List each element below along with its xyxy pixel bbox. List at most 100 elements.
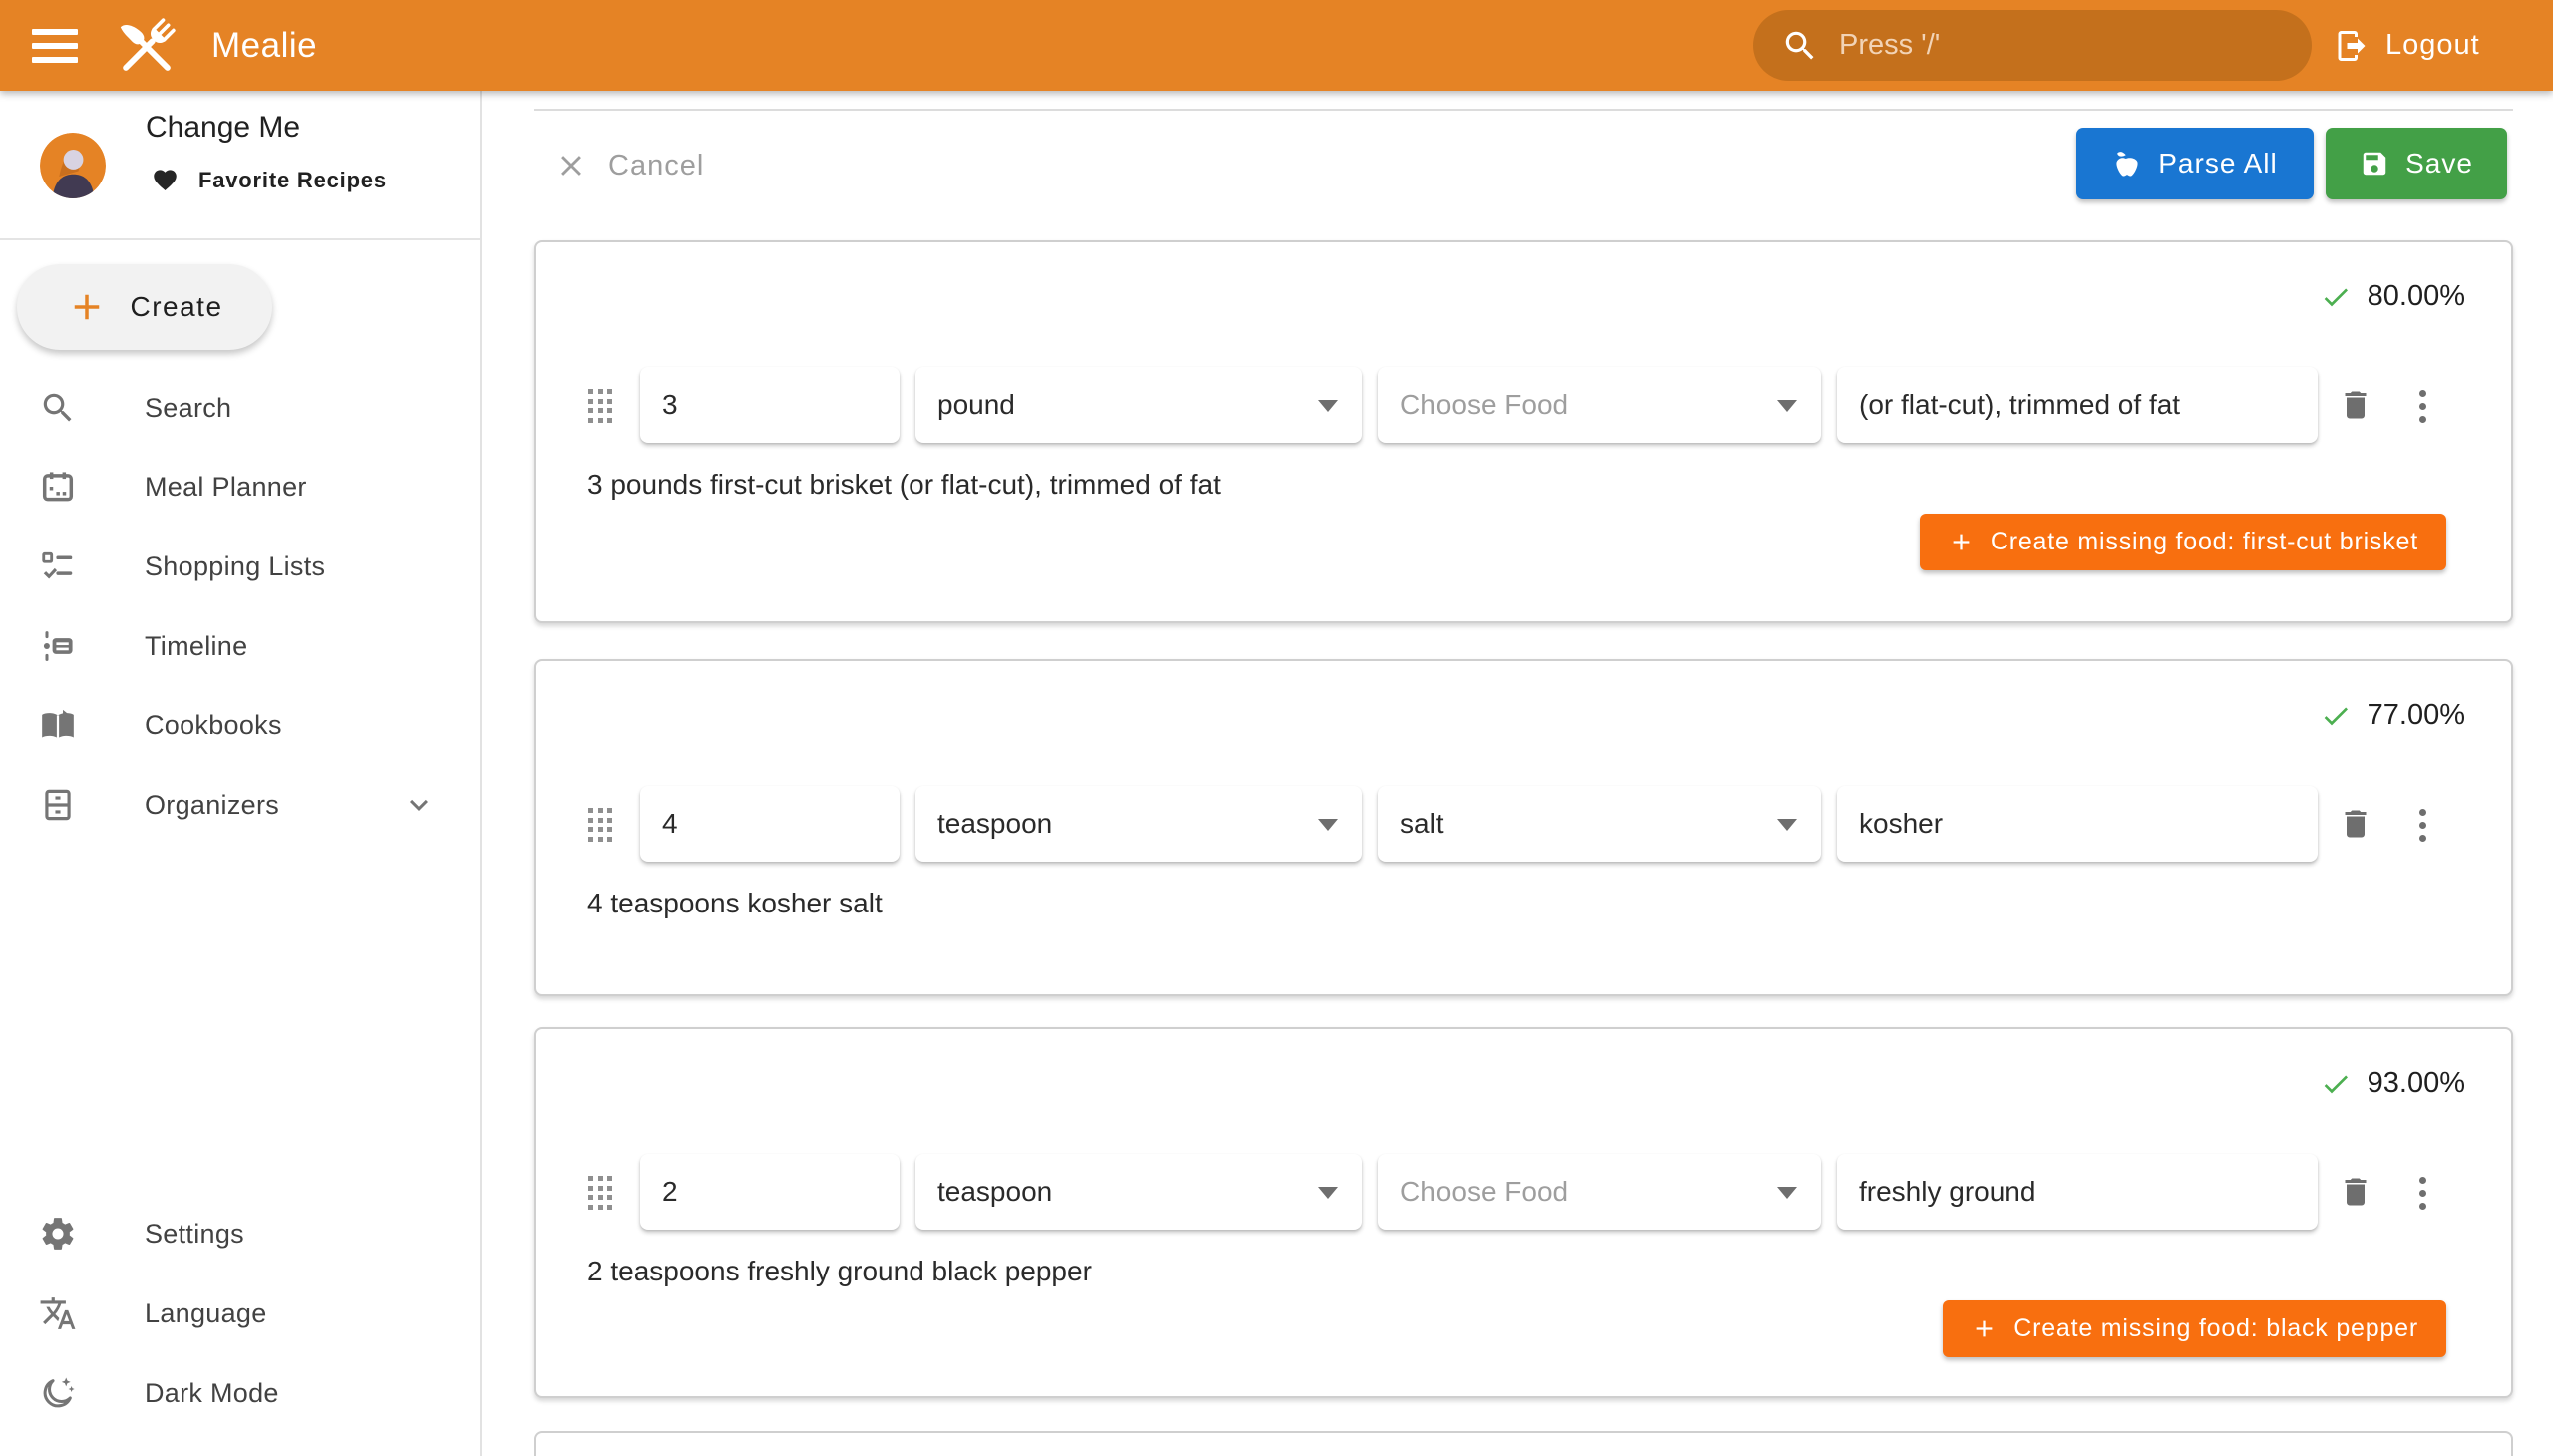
ingredient-card: 93.00% teaspoon Choose Food 2 teaspoons …: [534, 1027, 2513, 1398]
gear-icon: [38, 1214, 78, 1254]
plus-icon: [1948, 529, 1975, 555]
quantity-input[interactable]: [640, 1154, 900, 1230]
confidence-value: 80.00%: [2368, 280, 2465, 313]
drag-handle-icon[interactable]: [588, 808, 612, 841]
logout-button[interactable]: Logout: [2334, 0, 2480, 91]
quantity-field: [640, 367, 900, 443]
cabinet-icon: [38, 785, 78, 825]
sidebar-item-label: Cookbooks: [145, 710, 282, 741]
food-select[interactable]: salt: [1378, 786, 1821, 862]
heart-icon: [152, 167, 179, 193]
ingredient-fields-row: pound Choose Food: [536, 367, 2511, 443]
sidebar-item-meal-planner[interactable]: Meal Planner: [0, 447, 480, 527]
sidebar-item-label: Language: [145, 1298, 267, 1329]
food-placeholder: Choose Food: [1400, 1176, 1568, 1208]
more-options-button[interactable]: [2412, 1173, 2432, 1213]
sidebar-item-shopping-lists[interactable]: Shopping Lists: [0, 527, 480, 606]
dropdown-arrow-icon: [1318, 819, 1338, 831]
trash-icon: [2338, 1174, 2373, 1210]
drag-handle-icon[interactable]: [588, 1176, 612, 1209]
sidebar-item-dark-mode[interactable]: Dark Mode: [0, 1353, 480, 1433]
ingredient-summary: 2 teaspoons freshly ground black pepper: [587, 1255, 1092, 1288]
search-icon: [1781, 27, 1819, 65]
sidebar-item-organizers[interactable]: Organizers: [0, 765, 480, 845]
food-select[interactable]: Choose Food: [1378, 367, 1821, 443]
app-title: Mealie: [211, 0, 317, 91]
unit-value: teaspoon: [937, 1176, 1052, 1208]
check-icon: [2320, 700, 2352, 732]
note-field: [1837, 1154, 2318, 1230]
note-field: [1837, 786, 2318, 862]
unit-value: pound: [937, 389, 1015, 421]
create-missing-food-label: Create missing food: black pepper: [2013, 1314, 2418, 1343]
sidebar-item-label: Shopping Lists: [145, 551, 325, 582]
create-label: Create: [130, 291, 222, 323]
favorite-recipes-label: Favorite Recipes: [198, 168, 387, 193]
food-placeholder: Choose Food: [1400, 389, 1568, 421]
dropdown-arrow-icon: [1777, 400, 1797, 412]
sidebar-item-label: Dark Mode: [145, 1378, 279, 1409]
save-button[interactable]: Save: [2326, 128, 2507, 199]
app-header: Mealie Logout: [0, 0, 2553, 91]
unit-select[interactable]: teaspoon: [915, 786, 1362, 862]
check-icon: [2320, 281, 2352, 313]
quantity-input[interactable]: [640, 786, 900, 862]
sidebar-item-language[interactable]: Language: [0, 1274, 480, 1353]
favorite-recipes-link[interactable]: Favorite Recipes: [152, 167, 387, 193]
sidebar-divider: [0, 238, 480, 240]
user-name[interactable]: Change Me: [146, 109, 300, 147]
logout-icon: [2334, 28, 2370, 64]
more-options-button[interactable]: [2412, 386, 2432, 426]
sidebar-item-label: Meal Planner: [145, 472, 307, 503]
ingredient-card: 77.00% teaspoon salt 4 teaspoons kosher …: [534, 659, 2513, 996]
sidebar-item-search[interactable]: Search: [0, 368, 480, 448]
note-input[interactable]: [1837, 786, 2318, 862]
hamburger-menu-icon[interactable]: [32, 24, 84, 68]
delete-button[interactable]: [2336, 384, 2375, 426]
checklist-icon: [38, 546, 78, 586]
cancel-button[interactable]: Cancel: [554, 138, 704, 193]
sidebar-item-cookbooks[interactable]: Cookbooks: [0, 685, 480, 765]
global-search[interactable]: [1753, 10, 2312, 81]
search-input[interactable]: [1837, 28, 2284, 63]
quantity-field: [640, 786, 900, 862]
note-input[interactable]: [1837, 367, 2318, 443]
dropdown-arrow-icon: [1318, 400, 1338, 412]
note-field: [1837, 367, 2318, 443]
drag-handle-icon[interactable]: [588, 389, 612, 422]
moon-icon: [38, 1373, 78, 1413]
unit-select[interactable]: pound: [915, 367, 1362, 443]
ingredient-card-partial: [534, 1431, 2513, 1456]
chevron-down-icon[interactable]: [401, 787, 437, 823]
quantity-input[interactable]: [640, 367, 900, 443]
sidebar-item-label: Settings: [145, 1219, 244, 1250]
sidebar-item-settings[interactable]: Settings: [0, 1194, 480, 1274]
note-input[interactable]: [1837, 1154, 2318, 1230]
sidebar-item-timeline[interactable]: Timeline: [0, 606, 480, 686]
content-top-divider: [534, 109, 2513, 111]
delete-button[interactable]: [2336, 1171, 2375, 1213]
unit-select[interactable]: teaspoon: [915, 1154, 1362, 1230]
close-icon: [554, 149, 588, 182]
ingredient-fields-row: teaspoon salt: [536, 786, 2511, 862]
confidence-value: 93.00%: [2368, 1067, 2465, 1100]
delete-button[interactable]: [2336, 803, 2375, 845]
more-options-button[interactable]: [2412, 805, 2432, 845]
avatar[interactable]: [40, 133, 106, 198]
unit-value: teaspoon: [937, 808, 1052, 840]
create-missing-food-button[interactable]: Create missing food: first-cut brisket: [1920, 514, 2446, 570]
dropdown-arrow-icon: [1318, 1187, 1338, 1199]
parse-all-button[interactable]: Parse All: [2076, 128, 2314, 199]
save-icon: [2360, 149, 2389, 179]
create-button[interactable]: Create: [17, 264, 272, 350]
plus-icon: [66, 286, 108, 328]
create-missing-food-label: Create missing food: first-cut brisket: [1991, 528, 2418, 556]
sidebar-item-label: Timeline: [145, 631, 247, 662]
sidebar-item-label: Search: [145, 393, 231, 424]
ingredient-summary: 3 pounds first-cut brisket (or flat-cut)…: [587, 468, 1221, 502]
quantity-field: [640, 1154, 900, 1230]
food-select[interactable]: Choose Food: [1378, 1154, 1821, 1230]
logout-label: Logout: [2385, 29, 2480, 62]
timeline-icon: [38, 626, 78, 666]
create-missing-food-button[interactable]: Create missing food: black pepper: [1943, 1300, 2446, 1357]
